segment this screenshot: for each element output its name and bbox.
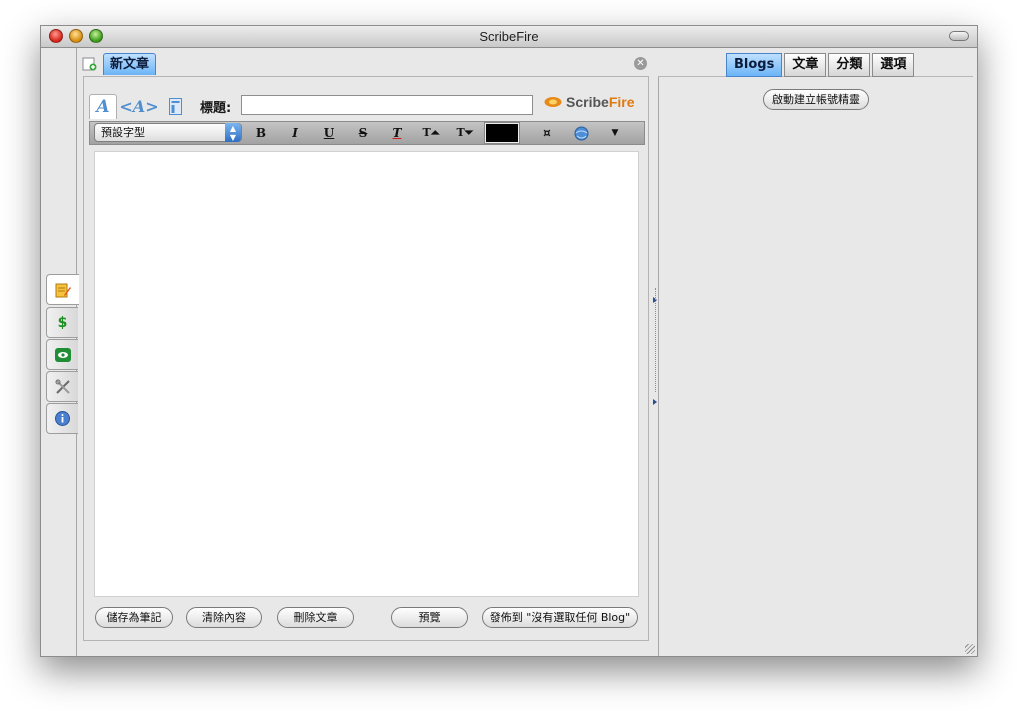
page-icon — [168, 98, 182, 115]
tab-categories[interactable]: 分類 — [828, 53, 871, 77]
resize-grip[interactable] — [965, 644, 975, 654]
editor-body[interactable] — [94, 151, 639, 597]
tab-posts[interactable]: 文章 — [784, 53, 827, 77]
editor-mode-tabs: A <A> — [89, 92, 189, 119]
title-label: 標題: — [200, 101, 232, 116]
html-mode-tab[interactable]: <A> — [119, 94, 158, 119]
brand-prefix: Scribe — [566, 94, 609, 110]
text-color-swatch[interactable] — [484, 122, 520, 144]
preview-mode-tab[interactable] — [165, 94, 185, 119]
scribefire-logo: Scribe Fire — [544, 91, 635, 113]
underline-button[interactable]: U — [318, 124, 340, 142]
delete-post-button[interactable]: 刪除文章 — [277, 607, 354, 628]
sidebar-tab-monetize[interactable]: $ — [46, 307, 78, 338]
left-sidebar: $ — [41, 48, 79, 656]
clear-format-button[interactable]: T — [386, 124, 408, 142]
info-icon — [55, 411, 70, 426]
app-window: ScribeFire $ 新文章 ✕ A <A> 標題: Scribe Fire… — [40, 25, 978, 657]
document-tab[interactable]: 新文章 — [103, 53, 157, 75]
new-document-icon[interactable] — [82, 57, 97, 71]
dollar-icon: $ — [57, 314, 68, 331]
splitter-arrow-icon — [653, 399, 657, 405]
close-document-icon[interactable]: ✕ — [634, 57, 647, 70]
decrease-size-button[interactable]: T⏷ — [454, 124, 476, 142]
globe-link-icon — [574, 126, 588, 140]
special-chars-button[interactable]: ¤ — [536, 124, 558, 142]
title-bar: ScribeFire — [41, 26, 977, 48]
strikethrough-button[interactable]: S — [352, 124, 374, 142]
sidebar-tab-tools[interactable] — [46, 371, 78, 402]
insert-link-button[interactable] — [570, 124, 592, 142]
font-select-value: 預設字型 — [101, 126, 145, 139]
notepad-pencil-icon — [55, 283, 71, 297]
tab-blogs[interactable]: Blogs — [726, 53, 783, 77]
toolbar-toggle-button[interactable] — [949, 31, 969, 41]
splitter-line — [655, 288, 656, 392]
bold-button[interactable]: B — [250, 124, 272, 142]
increase-size-button[interactable]: T⏶ — [420, 124, 442, 142]
preview-button[interactable]: 預覽 — [391, 607, 468, 628]
eye-icon — [54, 347, 71, 362]
right-panel-tabs: Blogs 文章 分類 選項 — [726, 53, 916, 77]
font-select[interactable]: 預設字型 ▲ ▼ — [94, 123, 242, 142]
more-options-button[interactable]: ▼ — [604, 124, 626, 142]
sidebar-tab-editor[interactable] — [46, 274, 79, 305]
formatting-toolbar: 預設字型 ▲ ▼ B I U S T T⏶ T⏷ ¤ ▼ — [89, 121, 645, 145]
wysiwyg-mode-tab[interactable]: A — [89, 94, 117, 119]
right-panel — [658, 76, 973, 656]
title-input[interactable] — [241, 95, 533, 115]
clear-content-button[interactable]: 清除內容 — [186, 607, 262, 628]
publish-button[interactable]: 發佈到 "沒有選取任何 Blog" — [482, 607, 638, 628]
account-wizard-button[interactable]: 啟動建立帳號精靈 — [763, 89, 869, 110]
sidebar-tab-links[interactable] — [46, 339, 78, 370]
select-arrows-icon: ▲ ▼ — [225, 123, 241, 142]
sidebar-tab-about[interactable] — [46, 403, 78, 434]
tab-options[interactable]: 選項 — [872, 53, 915, 77]
tools-icon — [55, 379, 70, 394]
scribefire-flame-icon — [544, 97, 562, 107]
italic-button[interactable]: I — [284, 124, 306, 142]
brand-suffix: Fire — [608, 94, 635, 110]
save-note-button[interactable]: 儲存為筆記 — [95, 607, 173, 628]
window-title: ScribeFire — [479, 29, 539, 44]
